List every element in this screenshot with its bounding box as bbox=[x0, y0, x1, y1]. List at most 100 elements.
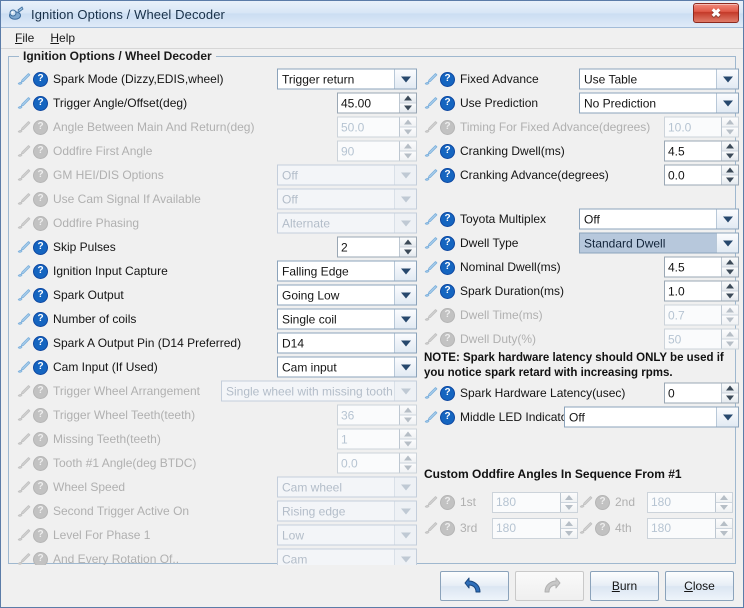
spark-a-output-pin-d14-preferred-combo[interactable]: D14 bbox=[277, 332, 417, 354]
tooth-1-angle-deg-btdc-value: 0.0 bbox=[341, 456, 358, 470]
help-icon[interactable]: ? bbox=[440, 283, 455, 299]
field-row-dwell-time-ms: ? Dwell Time(ms) 0.7 bbox=[424, 303, 739, 327]
menu-item-help[interactable]: Help bbox=[42, 29, 83, 47]
field-row-number-of-coils: ? Number of coils Single coil bbox=[17, 307, 417, 331]
field-row-tooth-1-angle-deg-btdc: ? Tooth #1 Angle(deg BTDC) 0.0 bbox=[17, 451, 417, 475]
chevron-down-icon[interactable] bbox=[716, 209, 738, 229]
chevron-down-icon[interactable] bbox=[716, 407, 738, 427]
spinner-up-icon[interactable] bbox=[722, 165, 738, 176]
spinner-down-icon[interactable] bbox=[722, 291, 738, 301]
help-icon[interactable]: ? bbox=[440, 211, 455, 227]
help-icon[interactable]: ? bbox=[440, 95, 455, 111]
spinner-up-icon[interactable] bbox=[722, 141, 738, 152]
spinner-down-icon[interactable] bbox=[400, 247, 416, 257]
ignition-input-capture-combo[interactable]: Falling Edge bbox=[277, 260, 417, 282]
spark-duration-ms-spinner[interactable]: 1.0 bbox=[664, 280, 739, 302]
trigger-angle-offset-deg-spinner[interactable]: 45.00 bbox=[337, 92, 417, 114]
close-icon[interactable]: ✖ bbox=[693, 3, 739, 23]
label-trigger-wheel-arrangement: Trigger Wheel Arrangement bbox=[53, 384, 200, 398]
spinner-up-icon[interactable] bbox=[400, 237, 416, 248]
field-row-dwell-type: ? Dwell Type Standard Dwell bbox=[424, 231, 739, 255]
timing-for-fixed-advance-degrees-spinner: 10.0 bbox=[664, 116, 739, 138]
field-row-fixed-advance: ? Fixed Advance Use Table bbox=[424, 67, 739, 91]
chevron-down-icon[interactable] bbox=[394, 333, 416, 353]
number-of-coils-combo[interactable]: Single coil bbox=[277, 308, 417, 330]
spinner-down-icon[interactable] bbox=[400, 103, 416, 113]
cranking-advance-degrees-spinner[interactable]: 0.0 bbox=[664, 164, 739, 186]
chevron-down-icon[interactable] bbox=[716, 93, 738, 113]
help-icon[interactable]: ? bbox=[440, 259, 455, 275]
chevron-down-icon[interactable] bbox=[394, 69, 416, 89]
help-icon[interactable]: ? bbox=[33, 239, 48, 255]
spinner-up-icon[interactable] bbox=[722, 383, 738, 394]
spark-hardware-latency-usec-spinner[interactable]: 0 bbox=[664, 382, 739, 404]
help-icon[interactable]: ? bbox=[440, 409, 455, 425]
label-timing-for-fixed-advance-degrees: Timing For Fixed Advance(degrees) bbox=[460, 120, 651, 134]
middle-led-indicator-combo[interactable]: Off bbox=[564, 406, 739, 428]
nominal-dwell-ms-value[interactable]: 4.5 bbox=[665, 258, 721, 277]
spark-output-combo[interactable]: Going Low bbox=[277, 284, 417, 306]
spinner-down-icon[interactable] bbox=[722, 151, 738, 161]
close-button[interactable]: Close bbox=[665, 571, 734, 601]
help-icon[interactable]: ? bbox=[33, 287, 48, 303]
undo-button[interactable] bbox=[440, 571, 509, 601]
pencil-icon bbox=[17, 456, 31, 470]
cam-input-if-used-combo[interactable]: Cam input bbox=[277, 356, 417, 378]
help-icon[interactable]: ? bbox=[33, 95, 48, 111]
spinner-up-icon[interactable] bbox=[722, 257, 738, 268]
dwell-duty-value: 50 bbox=[668, 332, 682, 346]
trigger-angle-offset-deg-value[interactable]: 45.00 bbox=[338, 94, 399, 113]
burn-button[interactable]: Burn bbox=[590, 571, 659, 601]
spark-a-output-pin-d14-preferred-value: D14 bbox=[282, 336, 305, 350]
toyota-multiplex-combo[interactable]: Off bbox=[579, 208, 739, 230]
help-icon[interactable]: ? bbox=[440, 235, 455, 251]
spinner-down-icon[interactable] bbox=[722, 175, 738, 185]
chevron-down-icon[interactable] bbox=[394, 309, 416, 329]
cranking-advance-degrees-value[interactable]: 0.0 bbox=[665, 166, 721, 185]
spark-latency-note: NOTE: Spark hardware latency should ONLY… bbox=[424, 351, 739, 381]
field-row-spark-output: ? Spark Output Going Low bbox=[17, 283, 417, 307]
help-icon[interactable]: ? bbox=[33, 71, 48, 87]
help-icon[interactable]: ? bbox=[33, 263, 48, 279]
help-icon[interactable]: ? bbox=[33, 359, 48, 375]
use-prediction-combo[interactable]: No Prediction bbox=[579, 92, 739, 114]
oddfire-3rd-value: 180 bbox=[496, 521, 517, 535]
cranking-dwell-ms-value[interactable]: 4.5 bbox=[665, 142, 721, 161]
pencil-icon bbox=[17, 120, 31, 134]
nominal-dwell-ms-spinner[interactable]: 4.5 bbox=[664, 256, 739, 278]
help-icon[interactable]: ? bbox=[440, 167, 455, 183]
pencil-icon bbox=[17, 96, 31, 110]
spinner-down-icon[interactable] bbox=[722, 267, 738, 277]
chevron-down-icon[interactable] bbox=[394, 261, 416, 281]
chevron-down-icon[interactable] bbox=[394, 285, 416, 305]
help-icon[interactable]: ? bbox=[440, 385, 455, 401]
chevron-down-icon[interactable] bbox=[394, 357, 416, 377]
cranking-dwell-ms-spinner[interactable]: 4.5 bbox=[664, 140, 739, 162]
skip-pulses-value[interactable]: 2 bbox=[338, 238, 399, 257]
pencil-icon bbox=[17, 312, 31, 326]
chevron-down-icon[interactable] bbox=[716, 233, 738, 253]
oddfire-field-4th: ? 4th 180 bbox=[579, 517, 734, 539]
help-icon[interactable]: ? bbox=[33, 335, 48, 351]
help-icon[interactable]: ? bbox=[440, 143, 455, 159]
spark-duration-ms-value[interactable]: 1.0 bbox=[665, 282, 721, 301]
help-icon[interactable]: ? bbox=[33, 311, 48, 327]
skip-pulses-spinner[interactable]: 2 bbox=[337, 236, 417, 258]
label-middle-led-indicator: Middle LED Indicator bbox=[460, 410, 572, 424]
spinner-down-icon bbox=[561, 502, 577, 512]
spinner-buttons bbox=[721, 329, 738, 349]
dwell-type-combo[interactable]: Standard Dwell bbox=[579, 232, 739, 254]
spinner-down-icon[interactable] bbox=[722, 393, 738, 403]
help-icon[interactable]: ? bbox=[440, 71, 455, 87]
label-spark-output: Spark Output bbox=[53, 288, 124, 302]
menu-item-file[interactable]: File bbox=[7, 29, 42, 47]
label-missing-teeth-teeth: Missing Teeth(teeth) bbox=[53, 432, 161, 446]
undo-arrow-icon bbox=[464, 576, 486, 596]
spark-hardware-latency-usec-value[interactable]: 0 bbox=[665, 384, 721, 403]
chevron-down-icon[interactable] bbox=[716, 69, 738, 89]
fixed-advance-combo[interactable]: Use Table bbox=[579, 68, 739, 90]
spinner-up-icon[interactable] bbox=[400, 93, 416, 104]
spark-mode-dizzy-edis-wheel-combo[interactable]: Trigger return bbox=[277, 68, 417, 90]
spinner-up-icon[interactable] bbox=[722, 281, 738, 292]
label-toyota-multiplex: Toyota Multiplex bbox=[460, 212, 547, 226]
